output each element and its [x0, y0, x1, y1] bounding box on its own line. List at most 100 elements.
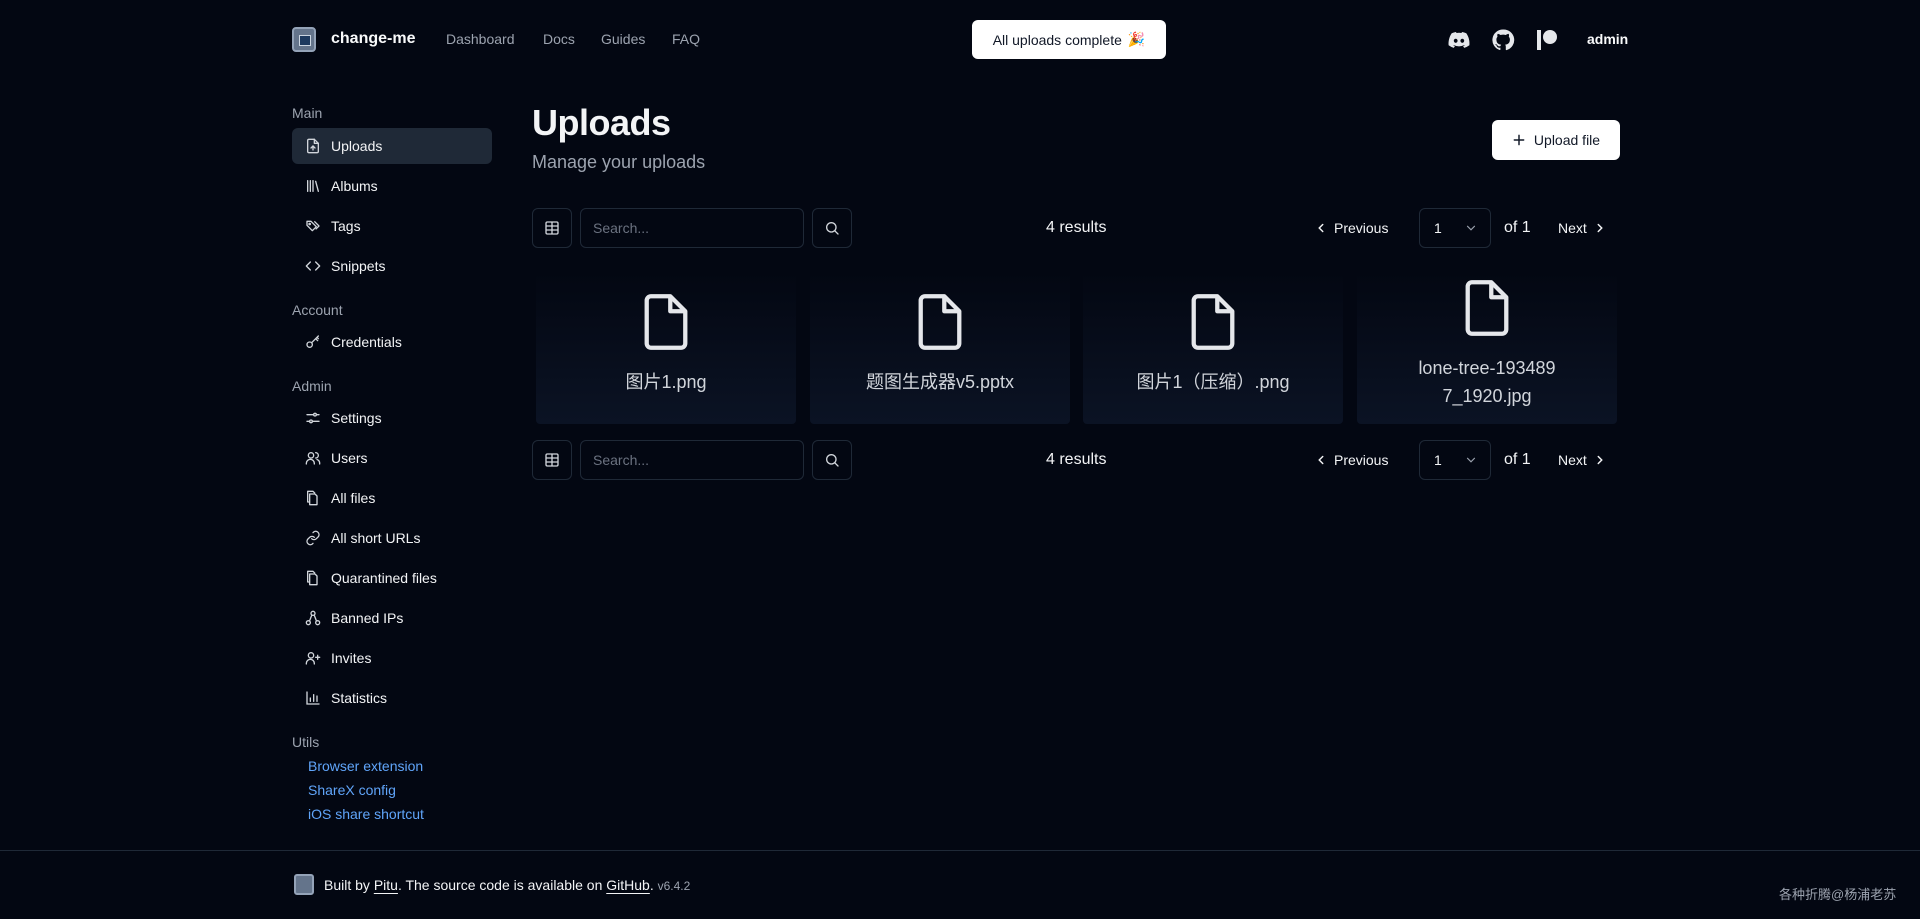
github-link[interactable]: GitHub	[606, 877, 650, 893]
previous-label: Previous	[1334, 220, 1389, 236]
footer-text: Built by Pitu. The source code is availa…	[324, 877, 690, 893]
grid-view-toggle[interactable]	[532, 208, 572, 248]
chevron-down-icon	[1464, 453, 1478, 467]
sidebar-item-invites[interactable]: Invites	[292, 640, 492, 676]
sidebar-item-snippets[interactable]: Snippets	[292, 248, 492, 284]
page-select-value: 1	[1434, 220, 1442, 236]
sidebar-item-albums[interactable]: Albums	[292, 168, 492, 204]
sidebar-item-all-files[interactable]: All files	[292, 480, 492, 516]
section-utils-label: Utils	[292, 734, 320, 750]
section-admin-label: Admin	[292, 378, 332, 394]
file-icon	[914, 292, 966, 352]
sidebar-item-banned-ips[interactable]: Banned IPs	[292, 600, 492, 636]
previous-page-button[interactable]: Previous	[1314, 440, 1388, 480]
results-count: 4 results	[1046, 219, 1107, 236]
next-label: Next	[1558, 452, 1587, 468]
file-card[interactable]: 图片1.png	[536, 272, 796, 424]
next-page-button[interactable]: Next	[1558, 440, 1607, 480]
sidebar-item-label: Albums	[331, 178, 378, 194]
footer-built-by: Built by	[324, 877, 374, 893]
bar-chart-icon	[305, 690, 321, 706]
author-link[interactable]: Pitu	[374, 877, 398, 893]
sidebar-item-credentials[interactable]: Credentials	[292, 324, 492, 360]
nav-dashboard[interactable]: Dashboard	[446, 31, 515, 47]
next-page-button[interactable]: Next	[1558, 208, 1607, 248]
page-select-value: 1	[1434, 452, 1442, 468]
sidebar-item-label: Statistics	[331, 690, 388, 706]
sidebar-item-statistics[interactable]: Statistics	[292, 680, 492, 716]
file-card[interactable]: 题图生成器v5.pptx	[810, 272, 1070, 424]
files-icon	[305, 490, 321, 506]
browser-extension-link[interactable]: Browser extension	[308, 758, 423, 774]
previous-label: Previous	[1334, 452, 1389, 468]
files-icon	[305, 570, 321, 586]
app-logo[interactable]	[292, 27, 316, 52]
nav-faq[interactable]: FAQ	[672, 31, 700, 47]
sidebar-item-label: Snippets	[331, 258, 386, 274]
search-input[interactable]	[580, 208, 804, 248]
github-icon[interactable]	[1491, 28, 1515, 52]
sidebar-item-label: Quarantined files	[331, 570, 437, 586]
tags-icon	[305, 218, 321, 234]
next-label: Next	[1558, 220, 1587, 236]
sidebar-item-label: Users	[331, 450, 368, 466]
table-icon	[544, 452, 560, 468]
sidebar-item-label: Uploads	[331, 138, 383, 154]
chevron-right-icon	[1593, 221, 1607, 235]
upload-complete-toast: All uploads complete 🎉	[972, 20, 1166, 59]
page-select[interactable]: 1	[1419, 440, 1491, 480]
section-account-label: Account	[292, 302, 343, 318]
sidebar-item-settings[interactable]: Settings	[292, 400, 492, 436]
nav-docs[interactable]: Docs	[543, 31, 575, 47]
sidebar-item-label: Banned IPs	[331, 610, 404, 626]
users-icon	[305, 450, 321, 466]
sidebar-item-tags[interactable]: Tags	[292, 208, 492, 244]
page-title: Uploads	[532, 102, 671, 143]
sharex-config-link[interactable]: ShareX config	[308, 782, 396, 798]
footer-divider	[0, 850, 1920, 851]
user-plus-icon	[305, 650, 321, 666]
user-menu[interactable]: admin	[1587, 31, 1628, 47]
code-icon	[305, 258, 321, 274]
version-label: v6.4.2	[657, 879, 691, 893]
sidebar-item-all-short-urls[interactable]: All short URLs	[292, 520, 492, 556]
link-icon	[305, 530, 321, 546]
upload-file-button[interactable]: Upload file	[1492, 120, 1620, 160]
file-icon	[1187, 292, 1239, 352]
chevron-left-icon	[1314, 221, 1328, 235]
search-icon	[824, 220, 840, 236]
nav-guides[interactable]: Guides	[601, 31, 645, 47]
previous-page-button[interactable]: Previous	[1314, 208, 1388, 248]
chevron-down-icon	[1464, 221, 1478, 235]
file-card[interactable]: lone-tree-193489 7_1920.jpg	[1357, 272, 1617, 424]
search-input[interactable]	[580, 440, 804, 480]
ios-share-shortcut-link[interactable]: iOS share shortcut	[308, 806, 424, 822]
file-name: 题图生成器v5.pptx	[865, 372, 1015, 392]
search-button[interactable]	[812, 440, 852, 480]
sidebar-item-label: Settings	[331, 410, 382, 426]
page-select[interactable]: 1	[1419, 208, 1491, 248]
sliders-icon	[305, 410, 321, 426]
upload-file-label: Upload file	[1533, 132, 1601, 148]
discord-icon[interactable]	[1447, 28, 1471, 52]
library-icon	[305, 178, 321, 194]
sidebar-item-quarantined-files[interactable]: Quarantined files	[292, 560, 492, 596]
plus-icon	[1512, 133, 1526, 147]
toast-message: All uploads complete	[992, 31, 1122, 48]
results-count: 4 results	[1046, 451, 1107, 468]
sidebar-item-label: Invites	[331, 650, 372, 666]
file-card[interactable]: 图片1（压缩）.png	[1083, 272, 1343, 424]
brand-name[interactable]: change-me	[331, 30, 415, 48]
grid-view-toggle[interactable]	[532, 440, 572, 480]
file-name: lone-tree-193489	[1418, 358, 1556, 378]
table-icon	[544, 220, 560, 236]
patreon-icon[interactable]	[1535, 28, 1559, 52]
watermark: 各种折腾@杨浦老苏	[1779, 887, 1897, 902]
file-icon	[1461, 278, 1513, 338]
party-popper-icon: 🎉	[1127, 31, 1146, 47]
sidebar-item-users[interactable]: Users	[292, 440, 492, 476]
file-name: 图片1（压缩）.png	[1136, 372, 1290, 392]
sidebar-item-uploads[interactable]: Uploads	[292, 128, 492, 164]
page-total: of 1	[1504, 451, 1531, 468]
search-button[interactable]	[812, 208, 852, 248]
